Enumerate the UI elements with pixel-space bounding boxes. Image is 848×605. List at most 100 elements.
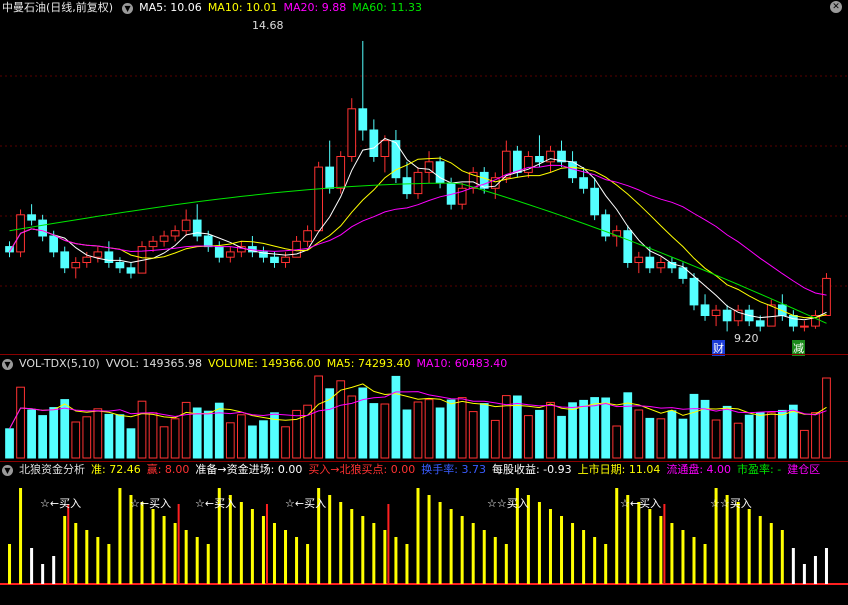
volume-bar [402,409,412,459]
close-icon[interactable]: ✕ [830,1,842,13]
candle [777,294,787,321]
buy-label-5: ☆←买入 [620,497,662,510]
candle [38,214,48,242]
candle [623,225,633,268]
ipo-readout: 上市日期: 11.04 [577,463,661,476]
candle [325,140,335,194]
price-header: 中曼石油(日线,前复权) ▼ MA5: 10.06 MA10: 10.01 MA… [0,0,428,16]
volume-bar [667,410,677,459]
buy-label-4: ☆☆买入 [487,497,529,510]
candle [656,257,666,274]
candle [82,251,92,268]
candle [391,130,401,183]
ma10-readout: MA10: 10.01 [207,1,278,14]
candle [5,241,14,258]
volume-bar [579,399,588,459]
float-readout: 流通盘: 4.00 [666,463,732,476]
candle [634,251,644,274]
volume-bar [225,422,235,459]
candle [60,246,70,274]
volume-bar [82,416,92,459]
volume-bar [766,412,776,459]
candle [214,241,224,263]
chevron-down-icon[interactable]: ▼ [122,2,134,14]
chevron-down-icon[interactable]: ▼ [2,358,13,370]
volume-bar [435,407,445,459]
candle [358,40,368,141]
volume-bar [126,428,136,459]
volume-bar [535,409,544,459]
candle [281,251,290,268]
candle [766,299,776,327]
buy-label-0: ☆←买入 [40,497,82,510]
candle [93,246,103,263]
candle [524,151,533,178]
price-chart[interactable]: 14.68 9.20 财 减 [0,16,848,356]
volume-bar [49,407,59,459]
candle [347,98,357,162]
volume-bar [800,429,809,459]
volume-bar [38,415,48,459]
volume-readout: VOLUME: 149366.00 [208,357,321,370]
low-label: 9.20 [734,332,759,345]
volume-chart[interactable] [0,372,848,460]
candle [468,167,478,194]
volume-bar [689,393,699,459]
candle [170,225,180,242]
volume-bar [137,400,147,459]
volume-bar [656,418,666,459]
volume-bar [788,404,798,459]
volume-bars[interactable] [0,372,848,460]
ready-readout: 准备→资金进场: 0.00 [195,463,303,476]
candle [800,320,809,332]
candlestick-chart[interactable] [0,16,848,354]
indicator-chart[interactable]: ☆←买入 ☆←买入 ☆←买入 ☆←买入 ☆☆买入 ☆←买入 ☆☆买入 [0,478,848,605]
vol-ma10-readout: MA10: 60483.40 [416,357,508,370]
indicator-header: ▼ 北狼资金分析 准: 72.46 赢: 8.00 准备→资金进场: 0.00 … [0,462,826,478]
buy-label-2: ☆←买入 [195,497,237,510]
candle [733,304,743,327]
volume-bar [468,411,478,459]
volume-bar [214,402,224,459]
volume-bar [711,419,721,459]
candle [601,209,611,242]
candle [115,257,125,274]
volume-bar [446,399,456,459]
candle [248,236,257,258]
ma5-line [9,137,827,321]
buy-label-3: ☆←买入 [285,497,327,510]
candle [722,304,732,332]
ma60-readout: MA60: 11.33 [352,1,422,14]
volume-bar [369,403,379,459]
volume-bar [259,420,268,459]
candle [557,140,566,168]
ma20-readout: MA20: 9.88 [283,1,347,14]
volume-bar [115,414,125,459]
chevron-down-icon[interactable]: ▼ [2,464,13,476]
vol-header: ▼ VOL-TDX(5,10) VVOL: 149365.98 VOLUME: … [0,356,513,372]
candle [402,161,412,199]
volume-bar [314,375,324,459]
candle [501,140,511,183]
candle [104,241,114,268]
turnover-readout: 换手率: 3.73 [421,463,486,476]
panel-divider [0,354,848,355]
buy-label-6: ☆☆买入 [710,497,752,510]
eps-readout: 每股收益: -0.93 [491,463,572,476]
volume-bar [347,395,357,459]
candle [236,241,246,258]
candle [424,151,434,183]
build-readout: 建仓区 [787,463,821,476]
candle [413,167,423,199]
volume-bar [678,418,688,459]
volume-bar [601,397,611,459]
volume-bar [612,425,622,459]
candle [148,236,158,252]
volume-bar [634,409,644,459]
volume-bar [93,408,103,459]
volume-bar [203,410,213,459]
candle [159,230,169,247]
candle [27,204,36,226]
candle [181,209,191,236]
candle [667,257,677,274]
